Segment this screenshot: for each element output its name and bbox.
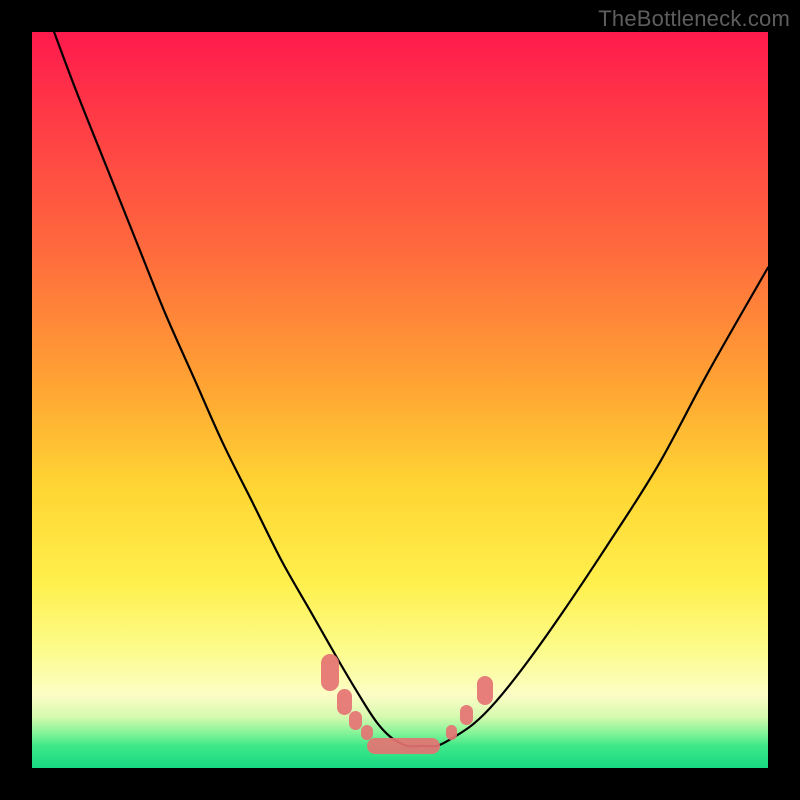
chart-frame: TheBottleneck.com	[0, 0, 800, 800]
plot-area	[32, 32, 768, 768]
curve-path	[54, 32, 768, 746]
bottleneck-curve	[32, 32, 768, 768]
watermark-text: TheBottleneck.com	[598, 6, 790, 32]
